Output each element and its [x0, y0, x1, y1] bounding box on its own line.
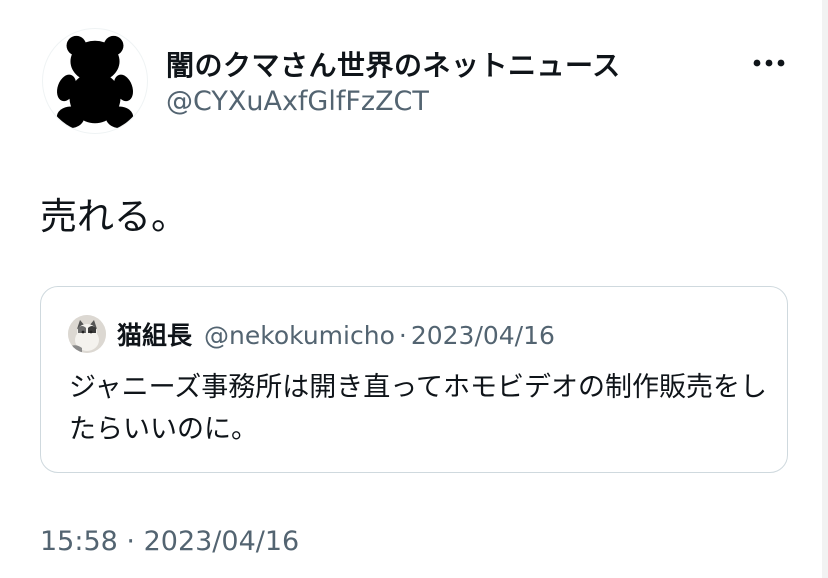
quoted-author-avatar[interactable]	[68, 315, 106, 353]
quoted-tweet-header: 猫組長 @nekokumicho · 2023/04/16	[117, 316, 555, 352]
quoted-author-display-name[interactable]: 猫組長	[117, 316, 192, 352]
quoted-tweet-date[interactable]: 2023/04/16	[411, 321, 555, 350]
tweet-detail: 闇のクマさん世界のネットニュース @CYXuAxfGlfFzZCT 売れる。 猫…	[0, 0, 828, 578]
more-horizontal-icon	[753, 59, 785, 67]
cat-photo-icon	[68, 315, 106, 353]
author-avatar[interactable]	[42, 28, 148, 134]
bear-silhouette-icon	[56, 35, 134, 129]
quoted-tweet-text: ジャニーズ事務所は開き直ってホモビデオの制作販売をしたらいいのに。	[69, 372, 767, 445]
tweet-text: 売れる。	[40, 195, 188, 238]
author-handle[interactable]: @CYXuAxfGlfFzZCT	[166, 86, 429, 117]
timestamp-date: 2023/04/16	[143, 526, 300, 557]
author-display-name[interactable]: 闇のクマさん世界のネットニュース	[166, 44, 621, 84]
quoted-author-handle[interactable]: @nekokumicho	[204, 321, 395, 350]
timestamp-time: 15:58	[40, 526, 118, 557]
timestamp-separator: ·	[126, 526, 135, 557]
scrollbar-track[interactable]	[822, 0, 828, 578]
quoted-header-separator: ·	[398, 321, 407, 350]
tweet-timestamp[interactable]: 15:58 · 2023/04/16	[40, 526, 299, 557]
more-options-button[interactable]	[748, 52, 790, 74]
quoted-tweet-card[interactable]: 猫組長 @nekokumicho · 2023/04/16 ジャニーズ事務所は開…	[40, 286, 788, 473]
